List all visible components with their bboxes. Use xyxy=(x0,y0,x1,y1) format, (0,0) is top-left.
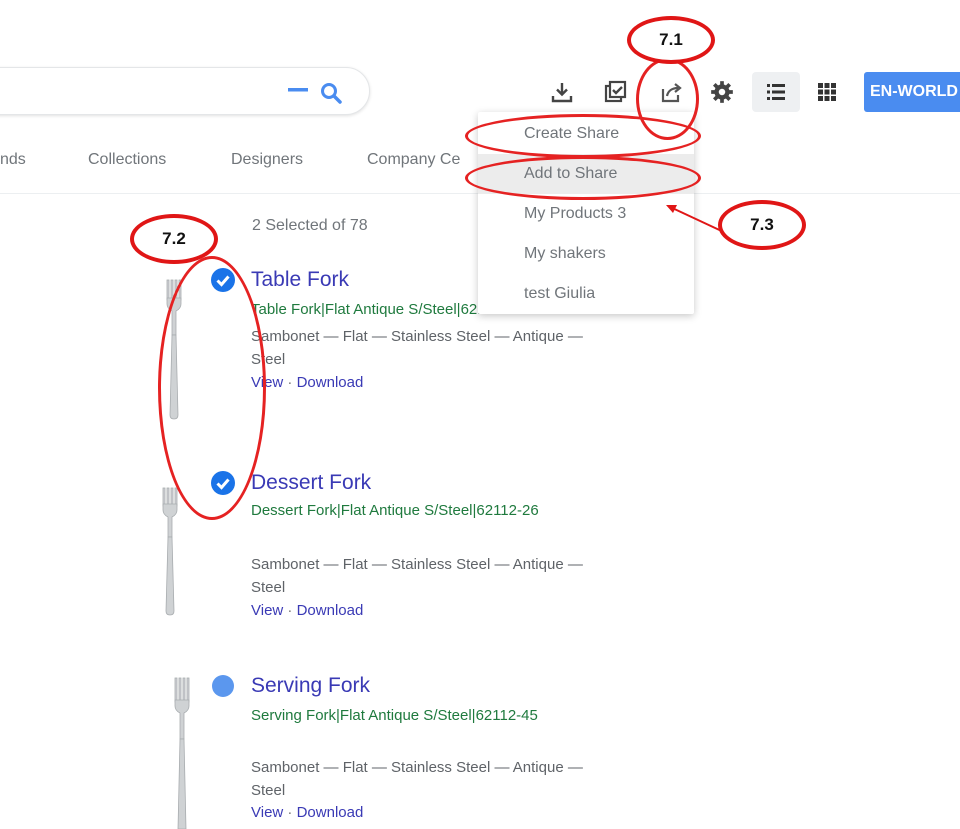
menu-item-my-shakers[interactable]: My shakers xyxy=(478,234,694,274)
view-link[interactable]: View xyxy=(251,804,283,821)
clear-icon[interactable] xyxy=(288,84,308,96)
grid-view-icon[interactable] xyxy=(810,74,844,110)
result-meta: Sambonet — Flat — Stainless Steel — Anti… xyxy=(251,328,583,368)
result-links: View · Download xyxy=(251,804,363,821)
select-all-icon[interactable] xyxy=(598,74,632,110)
tab-collections[interactable]: Collections xyxy=(88,151,166,169)
result-url: Serving Fork|Flat Antique S/Steel|62112-… xyxy=(251,707,538,724)
result-meta: Sambonet — Flat — Stainless Steel — Anti… xyxy=(251,556,583,596)
select-checkbox[interactable] xyxy=(212,675,234,697)
tab-company-center[interactable]: Company Ce xyxy=(367,151,460,169)
download-link[interactable]: Download xyxy=(297,374,364,391)
fork-thumbnail[interactable] xyxy=(166,676,198,829)
menu-item-test-giulia[interactable]: test Giulia xyxy=(478,274,694,314)
link-separator: · xyxy=(287,804,293,821)
fork-thumbnail[interactable] xyxy=(154,486,186,616)
language-button[interactable]: EN-WORLD xyxy=(864,72,960,112)
annotation-label-7-1: 7.1 xyxy=(627,16,715,64)
search-icon[interactable] xyxy=(318,80,344,106)
annotation-ring-add-to-share xyxy=(465,156,701,200)
list-view-icon[interactable] xyxy=(752,72,800,112)
download-icon[interactable] xyxy=(545,74,579,110)
tab-designers[interactable]: Designers xyxy=(231,151,303,169)
result-meta: Sambonet — Flat — Stainless Steel — Anti… xyxy=(251,759,583,799)
selection-count: 2 Selected of 78 xyxy=(252,217,368,234)
annotation-ring-create-share xyxy=(465,114,701,158)
tab-brands[interactable]: nds xyxy=(0,151,26,169)
annotation-label-7-2: 7.2 xyxy=(130,214,218,264)
download-link[interactable]: Download xyxy=(297,804,364,821)
view-link[interactable]: View xyxy=(251,602,283,619)
result-links: View · Download xyxy=(251,602,363,619)
settings-icon[interactable] xyxy=(705,74,739,110)
search-input[interactable] xyxy=(0,67,370,115)
annotation-label-7-3: 7.3 xyxy=(718,200,806,250)
result-url: Dessert Fork|Flat Antique S/Steel|62112-… xyxy=(251,502,539,519)
result-title[interactable]: Table Fork xyxy=(251,268,349,292)
result-title[interactable]: Serving Fork xyxy=(251,674,370,698)
link-separator: · xyxy=(287,374,293,391)
result-title[interactable]: Dessert Fork xyxy=(251,471,371,495)
link-separator: · xyxy=(287,602,293,619)
annotation-ring-checkboxes xyxy=(158,256,266,520)
download-link[interactable]: Download xyxy=(297,602,364,619)
result-links: View · Download xyxy=(251,374,363,391)
